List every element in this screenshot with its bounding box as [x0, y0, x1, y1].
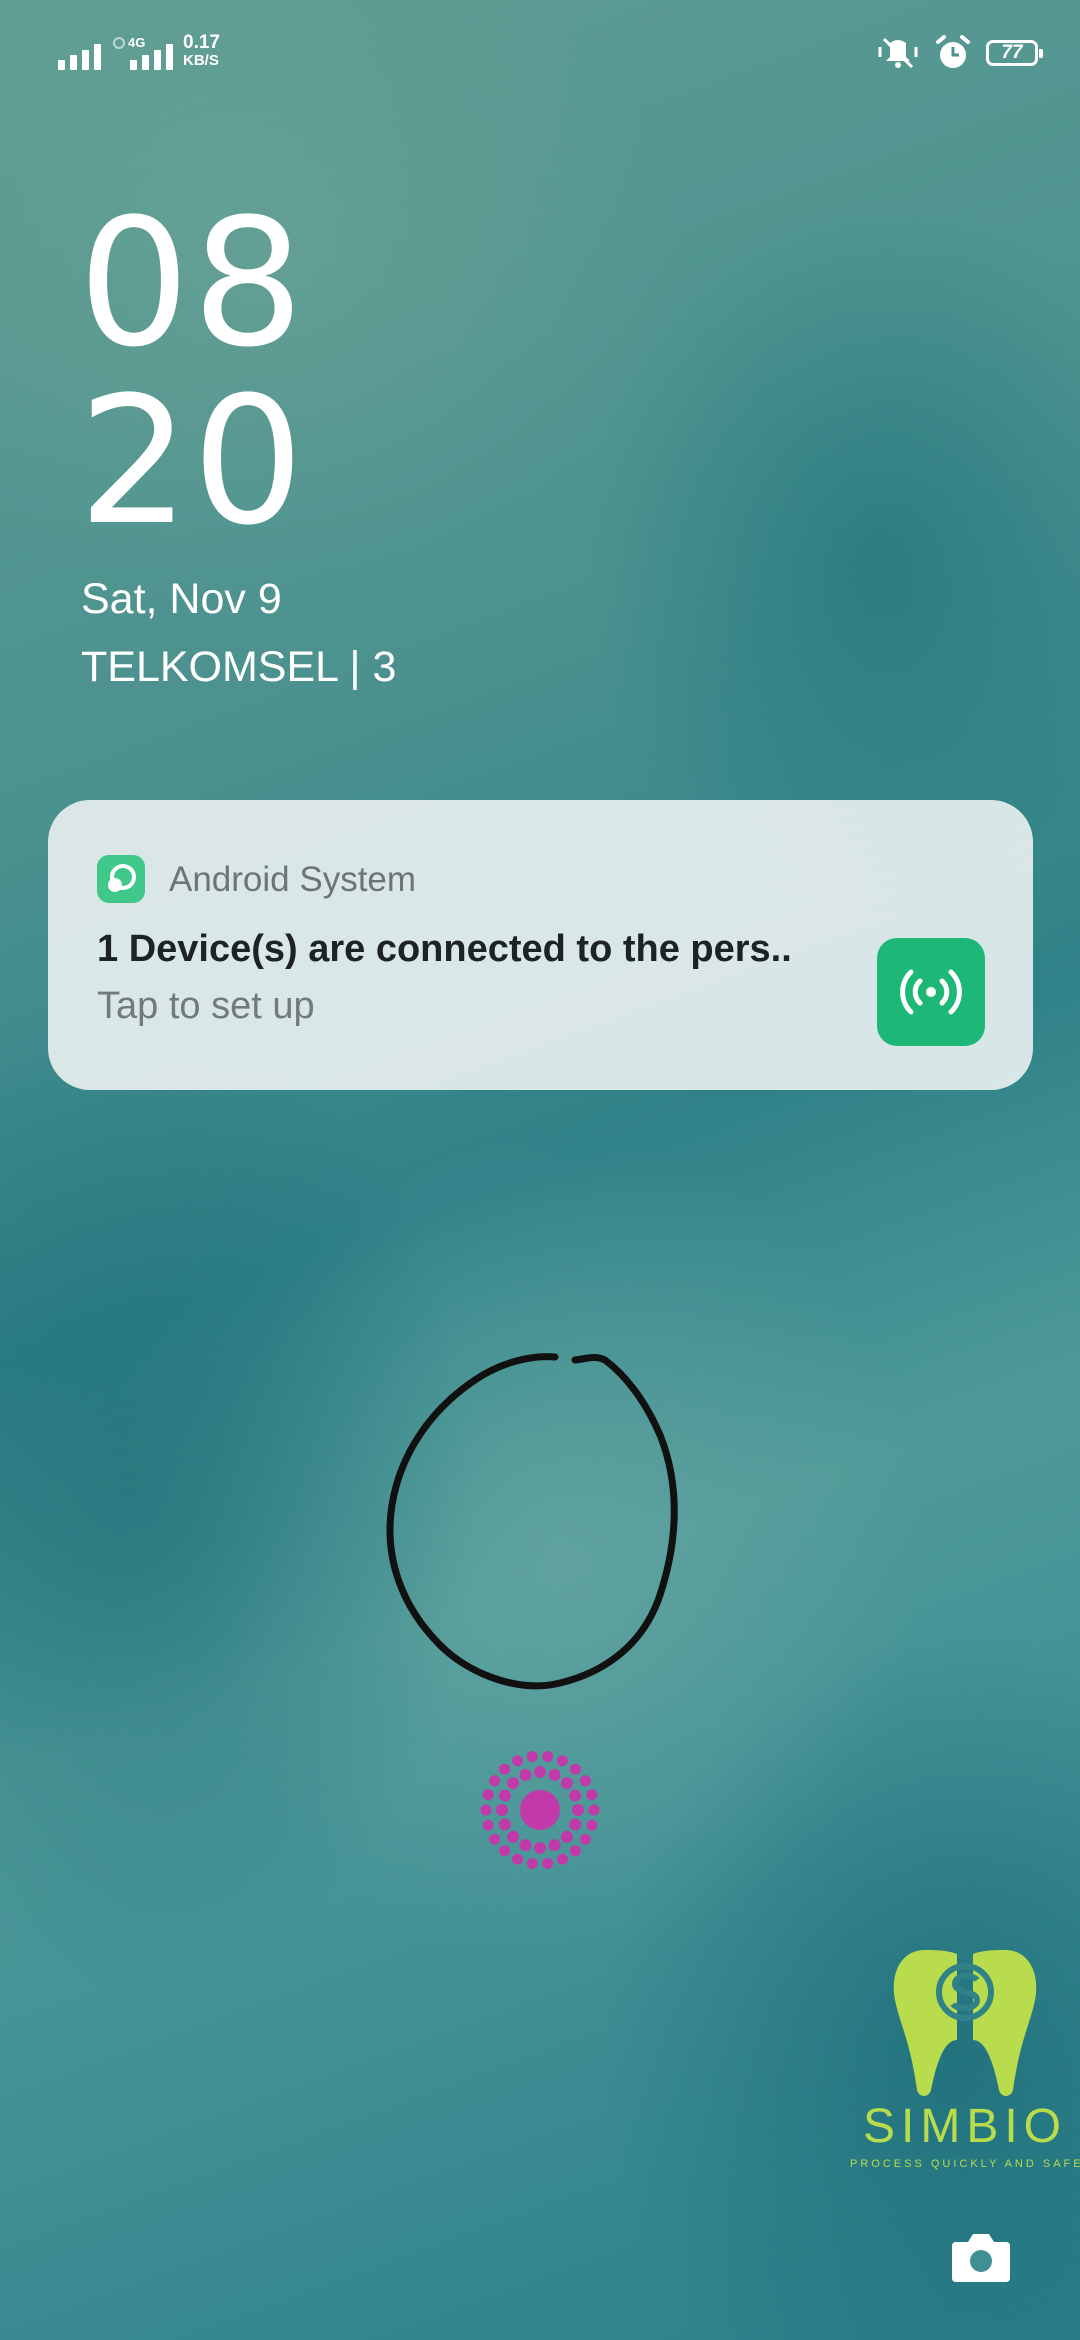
- fingerprint-dot: [560, 1830, 573, 1843]
- clock-hour: 08: [78, 181, 306, 386]
- fingerprint-dot: [498, 1789, 511, 1802]
- alarm-icon: [936, 35, 970, 68]
- fingerprint-dot: [534, 1766, 546, 1778]
- fingerprint-dot: [569, 1818, 582, 1831]
- simbio-logo: SIMBIO PROCESS QUICKLY AND SAFELY: [850, 1940, 1080, 2170]
- fingerprint-dot: [519, 1768, 532, 1781]
- hotspot-icon: [877, 938, 985, 1046]
- fingerprint-dot: [542, 1751, 554, 1763]
- fingerprint-dot: [534, 1842, 546, 1854]
- fingerprint-center: [520, 1790, 560, 1830]
- logo-tagline: PROCESS QUICKLY AND SAFELY: [850, 2158, 1080, 2170]
- clock-minute: 20: [78, 359, 306, 564]
- fingerprint-dot: [499, 1845, 511, 1857]
- drawn-circle-annotation: [386, 1353, 678, 1690]
- fingerprint-dot: [560, 1777, 573, 1790]
- camera-icon[interactable]: [950, 2230, 1012, 2284]
- fingerprint-dot: [556, 1755, 568, 1767]
- fingerprint-dot: [526, 1857, 538, 1869]
- signal-icon-2: [130, 44, 173, 70]
- notification-app-name: Android System: [169, 860, 417, 899]
- notification-card[interactable]: Android System 1 Device(s) are connected…: [48, 800, 1033, 1090]
- battery-level: 77: [1001, 42, 1023, 63]
- fingerprint-dot: [512, 1853, 524, 1865]
- speed-unit: KB/S: [183, 52, 219, 69]
- carrier-name: TELKOMSEL | 3: [81, 643, 397, 691]
- battery-icon: 77: [986, 40, 1043, 66]
- fingerprint-dot: [507, 1830, 520, 1843]
- fingerprint-icon[interactable]: [470, 1740, 610, 1880]
- fingerprint-dot: [526, 1751, 538, 1763]
- fingerprint-dot: [548, 1768, 561, 1781]
- lockscreen-clock: 08 20: [78, 195, 306, 551]
- volte-icon: [113, 37, 125, 49]
- logo-name: SIMBIO: [862, 2100, 1068, 2153]
- fingerprint-dot: [482, 1789, 494, 1801]
- fingerprint-dot: [548, 1839, 561, 1852]
- fingerprint-dot: [586, 1819, 598, 1831]
- fingerprint-dot: [498, 1818, 511, 1831]
- fingerprint-dot: [499, 1763, 511, 1775]
- fingerprint-dot: [512, 1755, 524, 1767]
- fingerprint-dot: [569, 1763, 581, 1775]
- network-speed: 0.17 KB/S: [183, 32, 220, 70]
- fingerprint-dot: [556, 1853, 568, 1865]
- fingerprint-dot: [572, 1804, 584, 1816]
- lockscreen-date: Sat, Nov 9: [81, 575, 282, 623]
- notification-text: Tap to set up: [97, 985, 315, 1027]
- fingerprint-dot: [588, 1804, 600, 1816]
- fingerprint-dot: [519, 1839, 532, 1852]
- fingerprint-dot: [480, 1804, 492, 1816]
- fingerprint-dot: [507, 1777, 520, 1790]
- tooth-logo-icon: [893, 1950, 1037, 2096]
- fingerprint-dot: [489, 1775, 501, 1787]
- signal-icon: [58, 44, 101, 70]
- mute-vibrate-icon: [878, 37, 918, 69]
- fingerprint-dot: [482, 1819, 494, 1831]
- fingerprint-dot: [586, 1789, 598, 1801]
- fingerprint-dot: [489, 1833, 501, 1845]
- fingerprint-dot: [579, 1833, 591, 1845]
- fingerprint-dot: [569, 1789, 582, 1802]
- android-system-icon: [97, 855, 145, 903]
- notification-title: 1 Device(s) are connected to the pers..: [97, 928, 792, 970]
- fingerprint-dot: [542, 1857, 554, 1869]
- fingerprint-dot: [579, 1775, 591, 1787]
- status-bar: 4G 0.17 KB/S 77: [0, 0, 1080, 110]
- speed-value: 0.17: [183, 32, 220, 53]
- fingerprint-dot: [569, 1845, 581, 1857]
- fingerprint-dot: [496, 1804, 508, 1816]
